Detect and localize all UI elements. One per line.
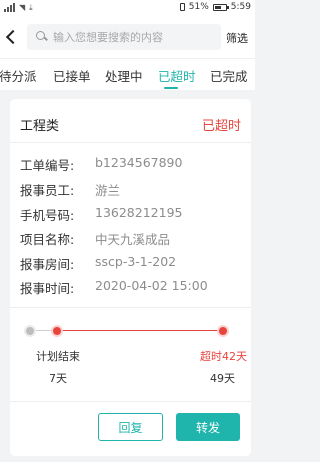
- field-reporter: 报事员工: 游兰: [20, 180, 120, 199]
- field-label: 报事房间:: [20, 257, 75, 272]
- tab-completed[interactable]: 已完成: [210, 66, 248, 85]
- timeline-now-dot: [219, 327, 227, 335]
- field-order-number: 工单编号: b1234567890: [20, 155, 182, 174]
- clock: 5:59: [230, 2, 251, 12]
- card-header: 工程类 已超时: [10, 99, 251, 143]
- battery-icon: [212, 3, 229, 11]
- divider: [10, 401, 251, 402]
- vibrate-icon: [179, 3, 185, 11]
- reply-button[interactable]: 回复: [98, 413, 163, 441]
- active-tab-indicator: [164, 87, 178, 89]
- field-value: sscp-3-1-202: [95, 254, 177, 269]
- search-box[interactable]: [27, 24, 221, 50]
- total-days: 49天: [210, 372, 235, 385]
- field-value: 2020-04-02 15:00: [95, 278, 208, 293]
- overdue-timeline: 计划结束 7天 超时42天 49天: [10, 319, 251, 399]
- tab-pending-dispatch[interactable]: 待分派: [0, 66, 37, 85]
- timeline-plan-end-dot: [53, 327, 61, 335]
- timeline-track-overdue: [57, 330, 223, 331]
- tab-overdue[interactable]: 已超时: [158, 66, 196, 85]
- field-label: 工单编号:: [20, 158, 75, 173]
- field-label: 项目名称:: [20, 232, 75, 247]
- field-phone: 手机号码: 13628212195: [20, 205, 182, 224]
- tab-processing[interactable]: 处理中: [105, 66, 143, 85]
- status-bar: ◥ ⤓ 51% 5:59: [0, 0, 255, 16]
- status-icons-right: 51% 5:59: [179, 2, 251, 12]
- back-icon[interactable]: [3, 26, 21, 48]
- work-order-card[interactable]: 工程类 已超时 工单编号: b1234567890 报事员工: 游兰 手机号码:…: [10, 99, 251, 456]
- forward-button[interactable]: 转发: [176, 413, 240, 441]
- signal-icon: [4, 3, 15, 12]
- field-room: 报事房间: sscp-3-1-202: [20, 254, 176, 273]
- search-input[interactable]: [53, 24, 218, 50]
- field-value: 13628212195: [95, 205, 183, 220]
- filter-button[interactable]: 筛选: [226, 30, 248, 46]
- plan-days: 7天: [49, 372, 67, 385]
- field-label: 手机号码:: [20, 208, 75, 223]
- field-project: 项目名称: 中天九溪成品: [20, 229, 170, 248]
- divider: [10, 307, 251, 308]
- plan-end-label: 计划结束: [36, 350, 80, 363]
- status-tabs: 待分派 已接单 处理中 已超时 已完成: [0, 58, 255, 90]
- wifi-icon: ◥: [19, 3, 26, 12]
- overdue-label: 超时42天: [200, 350, 247, 363]
- search-header: 筛选: [0, 16, 255, 58]
- tab-accepted[interactable]: 已接单: [53, 66, 91, 85]
- field-label: 报事员工:: [20, 183, 75, 198]
- field-value: 游兰: [95, 183, 121, 198]
- timeline-start-dot: [26, 327, 34, 335]
- card-title: 工程类: [20, 119, 60, 134]
- field-report-time: 报事时间: 2020-04-02 15:00: [20, 278, 208, 297]
- field-value: 中天九溪成品: [95, 232, 171, 247]
- field-value: b1234567890: [95, 155, 183, 170]
- status-badge: 已超时: [201, 119, 241, 134]
- field-label: 报事时间:: [20, 281, 75, 296]
- download-icon: ⤓: [29, 3, 33, 12]
- search-icon: [36, 31, 47, 42]
- battery-percent: 51%: [188, 2, 209, 12]
- status-icons-left: ◥ ⤓: [4, 3, 33, 12]
